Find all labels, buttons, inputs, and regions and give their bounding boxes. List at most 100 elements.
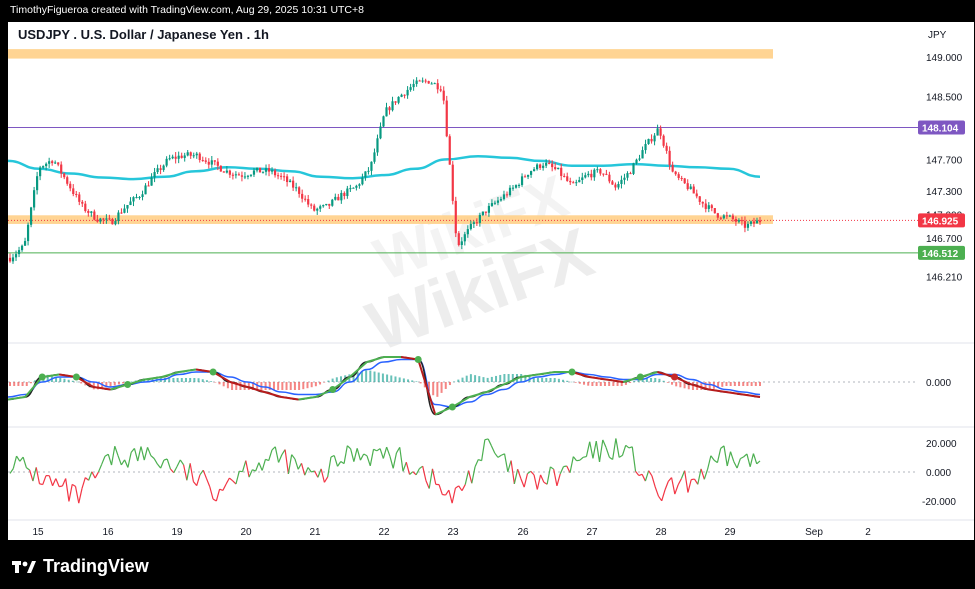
chart-svg[interactable]: WikiFXWikiFX 146.210146.700147.000147.30… [8, 22, 974, 540]
osc-segment [196, 474, 201, 486]
osc-segment [320, 468, 325, 483]
osc-segment [291, 454, 296, 460]
chart-frame[interactable]: WikiFXWikiFX 146.210146.700147.000147.30… [8, 22, 974, 540]
macd-histogram-bar [432, 382, 435, 396]
osc-segment [359, 453, 365, 461]
osc-segment [133, 448, 139, 462]
osc-segment [16, 455, 21, 462]
macd-colored-segment [486, 383, 505, 393]
osc-segment [513, 469, 519, 485]
candle-body [644, 143, 647, 151]
osc-segment [219, 488, 224, 492]
candle-body [307, 199, 310, 205]
macd-histogram-bar [381, 373, 384, 382]
candle-body [424, 80, 427, 82]
candle-body [273, 170, 277, 176]
macd-histogram-bar [570, 381, 573, 383]
osc-segment [166, 458, 172, 470]
osc-segment [42, 475, 47, 485]
candle-body [255, 167, 259, 171]
candle-body [635, 159, 638, 164]
x-tick-label: 28 [655, 527, 667, 538]
macd-histogram-bar [503, 374, 506, 382]
candle-body [560, 167, 563, 176]
macd-histogram-bar [562, 379, 565, 382]
candle-body [195, 153, 198, 156]
price-zone [8, 49, 773, 59]
osc-segment [179, 459, 185, 466]
osc-segment [261, 459, 267, 471]
candle-body [204, 160, 207, 162]
osc-segment [507, 460, 512, 472]
osc-segment [78, 488, 83, 504]
candle-body [620, 179, 623, 184]
candle-body [743, 220, 747, 228]
candle-body [225, 170, 228, 173]
osc-segment [199, 469, 204, 476]
macd-histogram-bar [197, 378, 200, 382]
osc-segment [621, 445, 627, 456]
macd-histogram-bar [172, 378, 175, 382]
candle-body [370, 161, 373, 171]
candle-body [608, 174, 611, 182]
macd-cross-dot [209, 368, 217, 376]
candle-body [111, 219, 114, 225]
tradingview-logo[interactable]: TradingView [12, 556, 149, 577]
macd-histogram-bar [272, 382, 275, 390]
candle-body [168, 158, 171, 160]
candle-body [511, 187, 515, 189]
osc-segment [94, 471, 99, 479]
candle-body [421, 80, 424, 82]
candle-body [436, 83, 439, 90]
macd-histogram-bar [574, 382, 577, 383]
candle-body [647, 138, 650, 144]
macd-histogram-bar [122, 382, 125, 384]
osc-segment [48, 475, 54, 486]
candle-body [662, 135, 665, 146]
osc-segment [723, 445, 728, 467]
osc-segment [497, 454, 502, 458]
macd-histogram-bar [335, 377, 338, 382]
osc-segment [589, 441, 594, 459]
macd-histogram-bar [302, 382, 305, 390]
candle-body [222, 171, 225, 173]
osc-segment [287, 454, 293, 475]
osc-segment [202, 469, 208, 479]
candle-body [213, 160, 216, 162]
osc-segment [127, 452, 132, 468]
macd-histogram-bar [679, 382, 682, 388]
macd-histogram-bar [754, 382, 757, 386]
osc-segment [625, 444, 630, 449]
osc-segment [192, 481, 198, 487]
x-tick-label: 2 [865, 527, 871, 538]
osc-segment [84, 477, 89, 481]
osc-segment [536, 474, 542, 490]
candle-body [587, 173, 590, 176]
osc-segment [156, 463, 162, 469]
candle-body [698, 196, 701, 202]
osc-segment [422, 466, 427, 481]
macd-histogram-bar [394, 376, 397, 382]
osc-segment [703, 469, 709, 480]
candle-body [153, 172, 156, 178]
osc-segment [65, 478, 70, 502]
price-zone [8, 215, 773, 224]
osc-segment [297, 463, 303, 470]
osc-segment [631, 446, 637, 472]
osc-segment [229, 477, 234, 482]
candle-body [689, 186, 692, 190]
macd-histogram-bar [650, 378, 653, 382]
osc-segment [55, 478, 60, 487]
candle-body [331, 199, 334, 206]
candle-body [526, 174, 530, 177]
candle-body [415, 80, 418, 84]
candle-body [457, 233, 460, 245]
candle-body [653, 135, 656, 142]
osc-segment [458, 485, 463, 492]
macd-cross-dot [72, 373, 80, 381]
candle-body [159, 168, 162, 170]
osc-segment [559, 466, 565, 475]
candle-body [20, 245, 24, 251]
osc-segment [517, 469, 522, 479]
candle-body [590, 173, 593, 178]
